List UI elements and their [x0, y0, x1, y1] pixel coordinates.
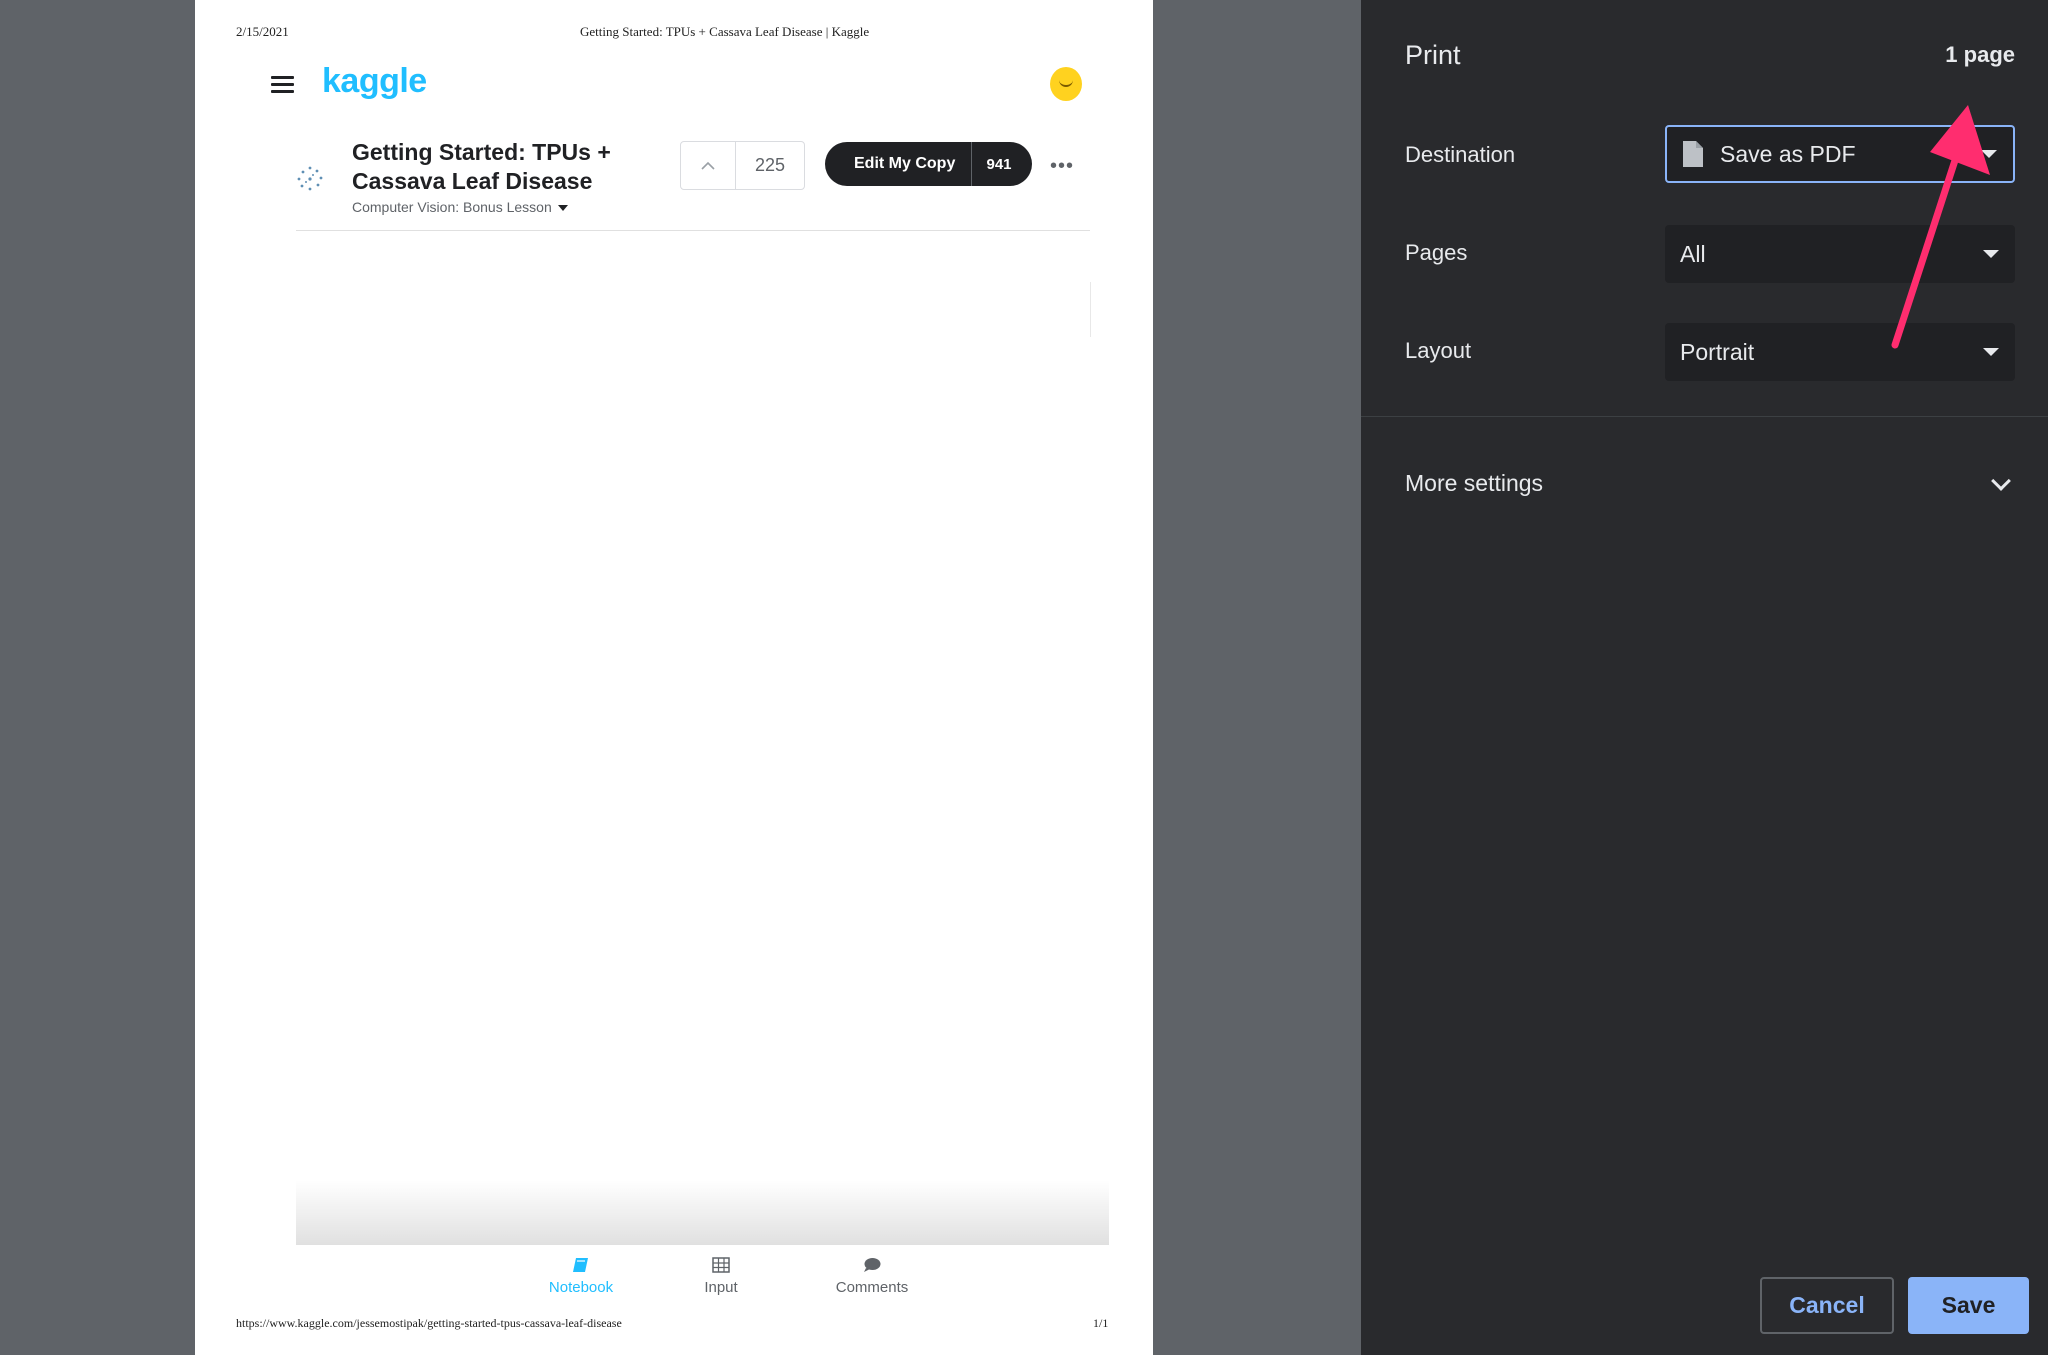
- pdf-footer-url: https://www.kaggle.com/jessemostipak/get…: [236, 1316, 622, 1330]
- more-settings-toggle[interactable]: More settings: [1405, 470, 1543, 497]
- avatar: [1050, 67, 1082, 101]
- preview-page: 2/15/2021 Getting Started: TPUs + Cassav…: [195, 0, 1153, 1355]
- chevron-down-icon[interactable]: [1991, 471, 2011, 491]
- comment-icon: [864, 1258, 881, 1272]
- pdf-header-date: 2/15/2021: [236, 24, 289, 39]
- save-button[interactable]: Save: [1908, 1277, 2029, 1334]
- notebook-subtitle: Computer Vision: Bonus Lesson: [352, 199, 568, 215]
- layout-label: Layout: [1405, 338, 1472, 363]
- vote-count: 225: [754, 155, 786, 175]
- pdf-footer-page-number: 1/1: [1093, 1316, 1109, 1330]
- tab-comments-label: Comments: [835, 1279, 909, 1296]
- print-title: Print: [1405, 40, 1461, 70]
- arrow-annotation: [1891, 105, 1990, 349]
- notebook-icon: [297, 166, 323, 191]
- vote-group: 225: [680, 141, 805, 190]
- tab-comments: Comments: [822, 1257, 922, 1296]
- hamburger-menu-icon: [271, 76, 294, 93]
- destination-label: Destination: [1405, 142, 1516, 167]
- pages-label: Pages: [1405, 240, 1468, 265]
- edit-my-copy-label: Edit My Copy: [854, 155, 956, 172]
- caret-down-icon: [557, 205, 568, 212]
- tab-bar-shadow: [296, 1180, 1109, 1245]
- upvote-icon: [681, 142, 736, 189]
- print-preview-area: 2/15/2021 Getting Started: TPUs + Cassav…: [0, 0, 1361, 1355]
- copy-count: 941: [986, 155, 1012, 173]
- panel-divider: [1361, 416, 2048, 417]
- page-count: 1 page: [1945, 42, 2015, 67]
- book-icon: [573, 1258, 588, 1272]
- bottom-tab-bar: Notebook Input Comments: [296, 1245, 1109, 1311]
- header-divider: [296, 230, 1090, 231]
- document-icon: [1683, 141, 1703, 167]
- tab-notebook-label: Notebook: [548, 1279, 614, 1296]
- kaggle-logo: kaggle: [322, 62, 427, 100]
- pdf-header-title: Getting Started: TPUs + Cassava Leaf Dis…: [580, 24, 870, 39]
- table-icon: [712, 1257, 730, 1273]
- tab-input: Input: [681, 1257, 761, 1296]
- edit-my-copy-button: Edit My Copy 941: [825, 142, 1032, 186]
- tab-input-label: Input: [704, 1279, 738, 1296]
- notebook-subtitle-text: Computer Vision: Bonus Lesson: [352, 199, 552, 215]
- cancel-button[interactable]: Cancel: [1760, 1277, 1894, 1334]
- content-edge-line: [1090, 282, 1091, 337]
- tab-notebook: Notebook: [536, 1257, 626, 1296]
- notebook-title: Getting Started: TPUs + Cassava Leaf Dis…: [352, 139, 611, 194]
- more-options-icon: •••: [1050, 155, 1075, 177]
